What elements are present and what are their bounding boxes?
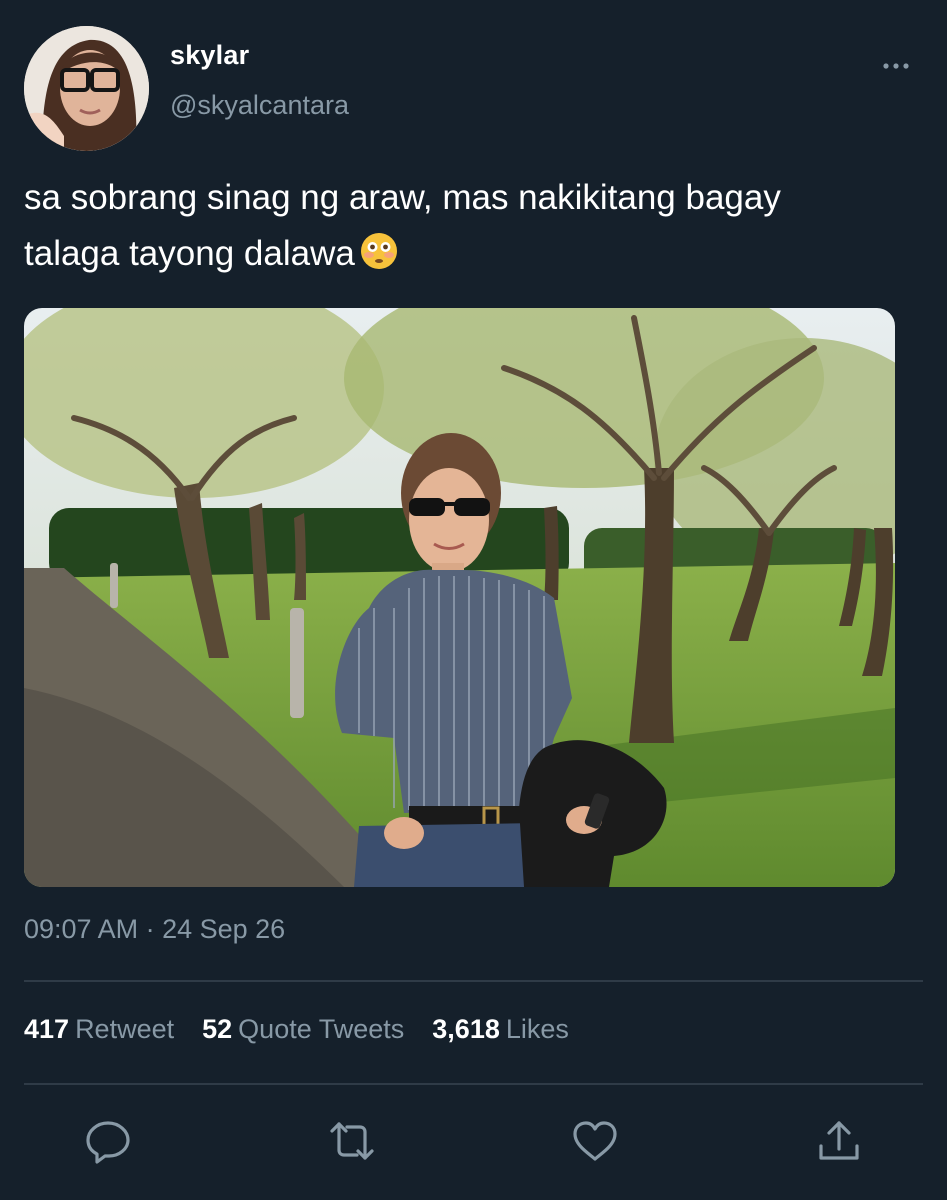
like-label: Likes <box>505 1014 569 1044</box>
quote-label: Quote Tweets <box>238 1014 405 1044</box>
like-count-link[interactable]: 3,618 Likes <box>432 1014 569 1045</box>
photo-park-scene <box>24 308 895 887</box>
reply-icon[interactable] <box>83 1116 133 1166</box>
share-icon[interactable] <box>814 1116 864 1166</box>
avatar-image <box>24 26 149 151</box>
display-name[interactable]: skylar <box>170 40 249 71</box>
avatar[interactable] <box>24 26 149 151</box>
tweet-text-line-2: talaga tayong dalawa <box>24 226 914 282</box>
quote-count: 52 <box>202 1014 233 1044</box>
tweet-text-line-2-words: talaga tayong dalawa <box>24 234 355 273</box>
tweet-photo[interactable] <box>24 308 895 887</box>
flushed-face-icon <box>359 231 399 271</box>
engagement-stats: 417 Retweet 52 Quote Tweets 3,618 Likes <box>24 1014 597 1045</box>
more-options-icon[interactable] <box>880 50 912 82</box>
divider <box>24 1083 923 1085</box>
tweet-text-line-1: sa sobrang sinag ng araw, mas nakikitang… <box>24 178 781 217</box>
tweet-text: sa sobrang sinag ng araw, mas nakikitang… <box>24 170 914 282</box>
tweet-header: skylar @skyalcantara <box>24 26 924 152</box>
like-count: 3,618 <box>432 1014 500 1044</box>
retweet-label: Retweet <box>75 1014 175 1044</box>
like-icon[interactable] <box>570 1116 620 1166</box>
retweet-count: 417 <box>24 1014 70 1044</box>
retweet-count-link[interactable]: 417 Retweet <box>24 1014 174 1045</box>
quote-count-link[interactable]: 52 Quote Tweets <box>202 1014 404 1045</box>
user-handle[interactable]: @skyalcantara <box>170 90 349 121</box>
tweet-timestamp[interactable]: 09:07 AM · 24 Sep 26 <box>24 914 285 945</box>
retweet-icon[interactable] <box>327 1116 377 1166</box>
divider <box>24 980 923 982</box>
